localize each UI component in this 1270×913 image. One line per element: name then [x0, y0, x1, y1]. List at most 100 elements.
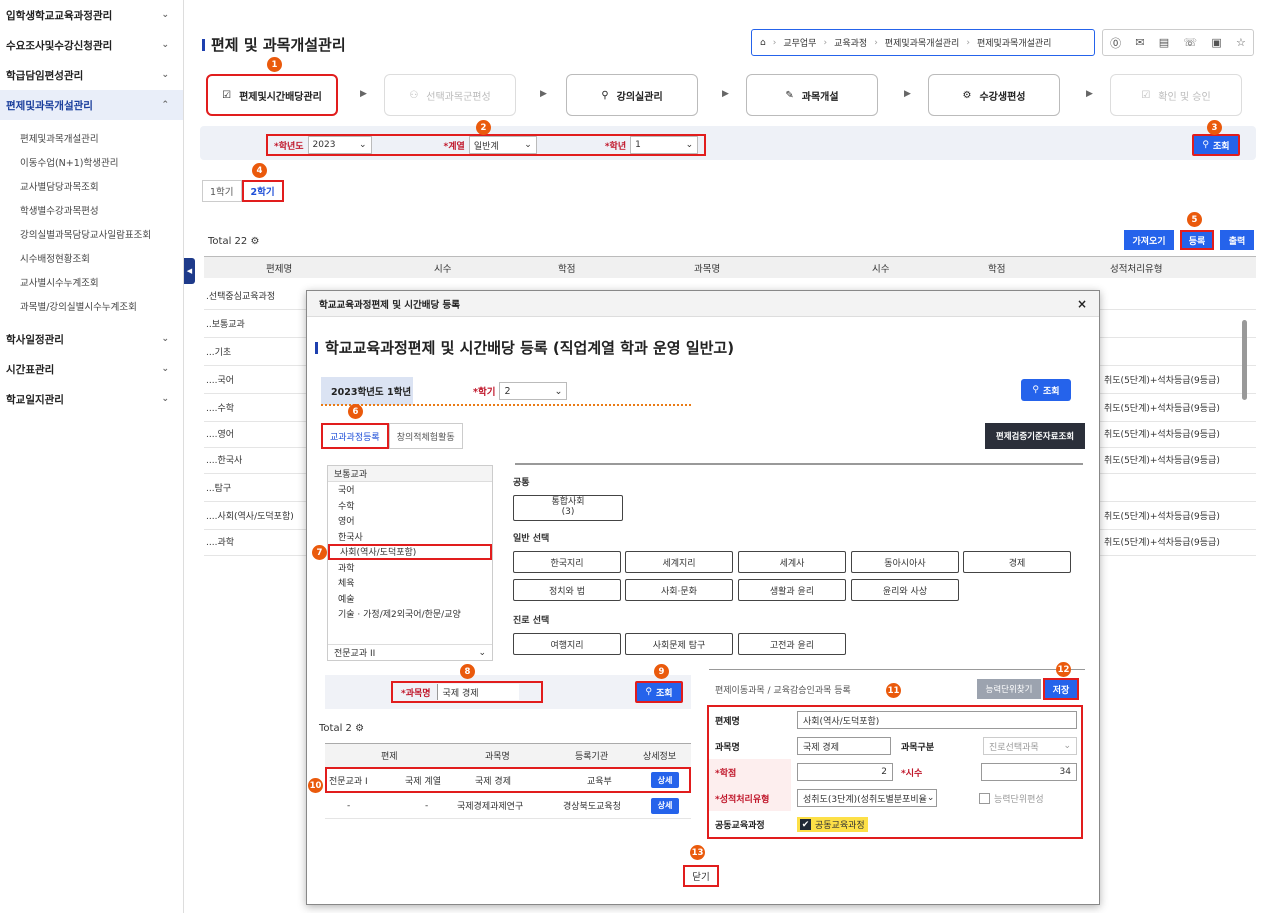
detail-button[interactable]: 상세	[651, 797, 679, 814]
window-icon[interactable]: ▣	[1211, 36, 1221, 49]
detail-button[interactable]: 상세	[651, 772, 679, 788]
sidebar-menu-admission[interactable]: 입학생학교교육과정관리 ⌄	[0, 0, 183, 30]
col-header[interactable]: 등록기관	[575, 749, 608, 762]
table-row[interactable]: 전문교과 I 국제 계열 국제 경제 교육부 상세	[325, 767, 691, 793]
star-icon[interactable]: ☆	[1236, 36, 1246, 49]
col-header[interactable]: 편제	[381, 749, 398, 762]
subject-item[interactable]: 국어	[328, 482, 492, 498]
sidebar-menu-homeroom[interactable]: 학급담임편성관리 ⌄	[0, 60, 183, 90]
table-row[interactable]: - - 국제경제과제연구 경상북도교육청 상세	[325, 793, 691, 819]
col-header[interactable]: 시수	[872, 261, 889, 275]
course-button[interactable]: 한국지리	[513, 551, 621, 573]
subject-kind-select[interactable]: 진로선택과목 ⌄	[983, 737, 1077, 755]
organization-name-field[interactable]: 사회(역사/도덕포함)	[797, 711, 1077, 729]
sidebar-sub-item[interactable]: 강의실별과목담당교사일람표조회	[0, 222, 183, 246]
modal-search-button[interactable]: ⚲ 조회	[1021, 379, 1071, 401]
year-select[interactable]: 2023 ⌄	[307, 136, 372, 154]
unit-checkbox[interactable]: 능력단위편성	[979, 792, 1044, 805]
hours-field[interactable]: 34	[981, 763, 1077, 781]
sidebar-sub-item[interactable]: 시수배정현황조회	[0, 246, 183, 270]
common-curriculum-checkbox[interactable]: ✔ 공동교육과정	[797, 817, 868, 832]
col-header[interactable]: 학점	[988, 261, 1005, 275]
col-header[interactable]: 편제명	[266, 261, 292, 275]
col-header[interactable]: 상세정보	[643, 749, 676, 762]
document-icon[interactable]: ▤	[1159, 36, 1169, 49]
step-approval[interactable]: ☑ 확인 및 승인	[1110, 74, 1242, 116]
step-classroom[interactable]: ⚲ 강의실관리	[566, 74, 698, 116]
help-icon[interactable]: ⓪	[1110, 35, 1121, 51]
track-select[interactable]: 일반계 ⌄	[468, 136, 537, 154]
tab-semester-1[interactable]: 1학기	[202, 180, 242, 202]
subject-item[interactable]: 한국사	[328, 529, 492, 545]
scroll-thumb[interactable]	[1242, 320, 1247, 400]
close-button[interactable]: 닫기	[683, 865, 719, 887]
sidebar-sub-item[interactable]: 이동수업(N+1)학생관리	[0, 150, 183, 174]
course-button[interactable]: 동아시아사	[851, 551, 959, 573]
grade-select[interactable]: 1 ⌄	[630, 136, 699, 154]
breadcrumb-item[interactable]: 교육과정	[834, 36, 867, 49]
col-header[interactable]: 과목명	[485, 749, 510, 762]
col-header[interactable]: 시수	[434, 261, 451, 275]
import-button[interactable]: 가져오기	[1124, 230, 1174, 250]
step-elective-group[interactable]: ⚇ 선택과목군편성	[384, 74, 516, 116]
step-timetable-allocation[interactable]: ☑ 편제및시간배당관리	[206, 74, 338, 116]
sidebar-menu-schedule[interactable]: 학사일정관리 ⌄	[0, 324, 183, 354]
breadcrumb-item[interactable]: 편제및과목개설관리	[977, 36, 1052, 49]
search-button[interactable]: ⚲ 조회	[1192, 134, 1240, 156]
col-header[interactable]: 과목명	[694, 261, 720, 275]
find-unit-button[interactable]: 능력단위찾기	[977, 679, 1041, 699]
subject-item-selected[interactable]: 사회(역사/도덕포함)	[328, 544, 492, 560]
course-name-input[interactable]: 국제 경제	[436, 684, 519, 700]
course-button[interactable]: 윤리와 사상	[851, 579, 959, 601]
sidebar-menu-timetable[interactable]: 시간표관리 ⌄	[0, 354, 183, 384]
sidebar-collapse-button[interactable]: ◀	[184, 258, 195, 284]
course-button[interactable]: 세계사	[738, 551, 846, 573]
step-course-open[interactable]: ✎ 과목개설	[746, 74, 878, 116]
sidebar-sub-item[interactable]: 편제및과목개설관리	[0, 126, 183, 150]
chat-icon[interactable]: ✉	[1135, 36, 1144, 49]
settings-icon[interactable]: ⚙	[355, 723, 364, 734]
course-button[interactable]: 정치와 법	[513, 579, 621, 601]
col-header[interactable]: 학점	[558, 261, 575, 275]
settings-icon[interactable]: ⚙	[250, 236, 259, 247]
subject-list-footer[interactable]: 전문교과 II ⌄	[328, 644, 492, 660]
course-search-button[interactable]: ⚲ 조회	[635, 681, 683, 703]
breadcrumb-item[interactable]: 교무업무	[783, 36, 816, 49]
sidebar-sub-item[interactable]: 교사별시수누계조회	[0, 270, 183, 294]
subject-item[interactable]: 예술	[328, 591, 492, 607]
subject-item[interactable]: 기술 · 가정/제2외국어/한문/교양	[328, 606, 492, 622]
sidebar-sub-item[interactable]: 과목별/강의실별시수누계조회	[0, 294, 183, 318]
grid-scrollbar[interactable]	[1242, 284, 1248, 544]
col-header[interactable]: 성적처리유형	[1110, 261, 1162, 275]
phone-icon[interactable]: ☏	[1183, 36, 1197, 49]
home-icon[interactable]: ⌂	[760, 38, 766, 48]
sidebar-sub-item[interactable]: 교사별담당과목조회	[0, 174, 183, 198]
grading-type-select[interactable]: 성취도(3단계)(성취도별분포비율 ⌄	[797, 789, 937, 807]
course-button[interactable]: 여행지리	[513, 633, 621, 655]
sidebar-menu-curriculum[interactable]: 편제및과목개설관리 ⌃	[0, 90, 183, 120]
subject-item[interactable]: 과학	[328, 560, 492, 576]
course-button[interactable]: 사회·문화	[625, 579, 733, 601]
subject-item[interactable]: 영어	[328, 513, 492, 529]
semester-select[interactable]: 2 ⌄	[499, 382, 568, 400]
course-button[interactable]: 경제	[963, 551, 1071, 573]
subject-item[interactable]: 수학	[328, 498, 492, 514]
tab-semester-2[interactable]: 2학기	[241, 180, 284, 202]
sidebar-menu-journal[interactable]: 학교일지관리 ⌄	[0, 384, 183, 414]
subject-item[interactable]: 체육	[328, 575, 492, 591]
course-button[interactable]: 통합사회 (3)	[513, 495, 623, 521]
register-button[interactable]: 등록	[1180, 230, 1214, 250]
course-button[interactable]: 생활과 윤리	[738, 579, 846, 601]
course-button[interactable]: 고전과 윤리	[738, 633, 846, 655]
tab-creative-activity[interactable]: 창의적체험활동	[388, 423, 463, 449]
close-icon[interactable]: ×	[1077, 297, 1087, 311]
tab-curriculum[interactable]: 교과과정등록	[321, 423, 389, 449]
sidebar-menu-survey[interactable]: 수요조사및수강신청관리 ⌄	[0, 30, 183, 60]
breadcrumb-item[interactable]: 편제및과목개설관리	[885, 36, 960, 49]
save-button[interactable]: 저장	[1043, 678, 1079, 700]
course-button[interactable]: 세계지리	[625, 551, 733, 573]
standard-data-button[interactable]: 편제검증기준자료조회	[985, 423, 1085, 449]
step-student-assign[interactable]: ⚙ 수강생편성	[928, 74, 1060, 116]
sidebar-sub-item[interactable]: 학생별수강과목편성	[0, 198, 183, 222]
print-button[interactable]: 출력	[1220, 230, 1254, 250]
